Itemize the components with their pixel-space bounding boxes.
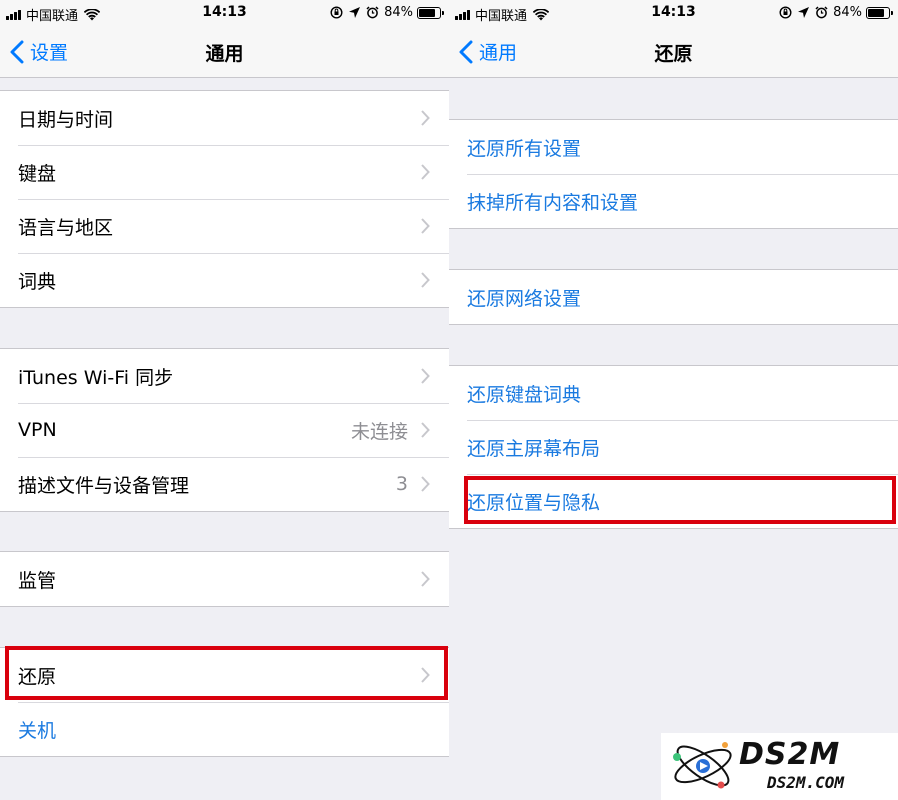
battery-fill (419, 8, 435, 17)
row-label: 还原主屏幕布局 (467, 437, 601, 460)
page-title: 通用 (205, 43, 244, 65)
row-label: 描述文件与设备管理 (18, 474, 190, 497)
settings-row-date-time[interactable]: 日期与时间 (0, 91, 449, 145)
row-label: 语言与地区 (18, 216, 114, 239)
chevron-right-icon (421, 164, 430, 180)
settings-row-keyboard[interactable]: 键盘 (0, 145, 449, 199)
row-label: 关机 (18, 719, 57, 742)
battery-percent: 84% (384, 5, 413, 20)
battery-icon (866, 6, 893, 19)
settings-group: 监管 (0, 551, 449, 607)
alarm-icon (366, 6, 379, 19)
row-label: 抹掉所有内容和设置 (467, 191, 639, 214)
row-label: 监管 (18, 569, 57, 592)
reset-screen: 中国联通 14:13 84% 通用 还原 还原所有设置 抹掉所有内容和设置 还原… (449, 0, 898, 800)
watermark-brand: DS2M (739, 737, 841, 772)
status-bar: 中国联通 14:13 84% (449, 0, 898, 26)
row-label: 还原位置与隐私 (467, 491, 601, 514)
alarm-icon (815, 6, 828, 19)
settings-row-profiles-device-management[interactable]: 描述文件与设备管理 3 (0, 457, 449, 511)
settings-row-dictionary[interactable]: 词典 (0, 253, 449, 307)
shutdown-button[interactable]: 关机 (0, 702, 449, 756)
profiles-count-value: 3 (395, 473, 408, 495)
erase-all-content-button[interactable]: 抹掉所有内容和设置 (449, 174, 898, 228)
location-arrow-icon (798, 7, 810, 18)
battery-percent: 84% (833, 5, 862, 20)
page-title: 还原 (654, 43, 693, 65)
chevron-right-icon (421, 422, 430, 438)
settings-group: 还原 关机 (0, 647, 449, 757)
atom-logo-icon (673, 742, 732, 789)
settings-row-supervision[interactable]: 监管 (0, 552, 449, 606)
settings-row-reset[interactable]: 还原 (0, 648, 449, 702)
chevron-right-icon (421, 272, 430, 288)
status-bar: 中国联通 14:13 84% (0, 0, 449, 26)
row-label: 还原 (18, 665, 57, 688)
chevron-right-icon (421, 368, 430, 384)
settings-row-itunes-wifi-sync[interactable]: iTunes Wi-Fi 同步 (0, 349, 449, 403)
chevron-right-icon (421, 667, 430, 683)
settings-row-vpn[interactable]: VPN 未连接 (0, 403, 449, 457)
reset-home-screen-layout-button[interactable]: 还原主屏幕布局 (449, 420, 898, 474)
navigation-bar: 设置 通用 (0, 26, 449, 78)
watermark-domain: DS2M.COM (767, 773, 845, 792)
settings-group: iTunes Wi-Fi 同步 VPN 未连接 描述文件与设备管理 3 (0, 348, 449, 512)
battery-fill (868, 8, 884, 17)
settings-group: 日期与时间 键盘 语言与地区 词典 (0, 90, 449, 308)
general-settings-screen: 中国联通 14:13 84% 设置 通用 日期与时间 键盘 语言与地区 词典 i… (0, 0, 449, 800)
chevron-right-icon (421, 476, 430, 492)
orientation-lock-icon (779, 6, 792, 19)
reset-keyboard-dictionary-button[interactable]: 还原键盘词典 (449, 366, 898, 420)
reset-group: 还原所有设置 抹掉所有内容和设置 (449, 119, 898, 229)
vpn-status-value: 未连接 (350, 420, 408, 443)
row-label: 还原网络设置 (467, 287, 582, 310)
reset-network-settings-button[interactable]: 还原网络设置 (449, 270, 898, 324)
row-label: 键盘 (18, 162, 57, 185)
chevron-right-icon (421, 571, 430, 587)
row-label: 词典 (18, 270, 57, 293)
row-label: 还原所有设置 (467, 137, 582, 160)
navigation-bar: 通用 还原 (449, 26, 898, 78)
row-label: 还原键盘词典 (467, 383, 582, 406)
settings-row-language-region[interactable]: 语言与地区 (0, 199, 449, 253)
battery-icon (417, 6, 444, 19)
watermark-logo: DS2M DS2M.COM (661, 733, 898, 800)
row-label: VPN (18, 419, 57, 441)
reset-all-settings-button[interactable]: 还原所有设置 (449, 120, 898, 174)
chevron-right-icon (421, 110, 430, 126)
row-label: 日期与时间 (18, 108, 114, 131)
row-label: iTunes Wi-Fi 同步 (18, 366, 174, 389)
reset-location-privacy-button[interactable]: 还原位置与隐私 (449, 474, 898, 528)
reset-group: 还原键盘词典 还原主屏幕布局 还原位置与隐私 (449, 365, 898, 529)
orientation-lock-icon (330, 6, 343, 19)
reset-group: 还原网络设置 (449, 269, 898, 325)
chevron-right-icon (421, 218, 430, 234)
location-arrow-icon (349, 7, 361, 18)
